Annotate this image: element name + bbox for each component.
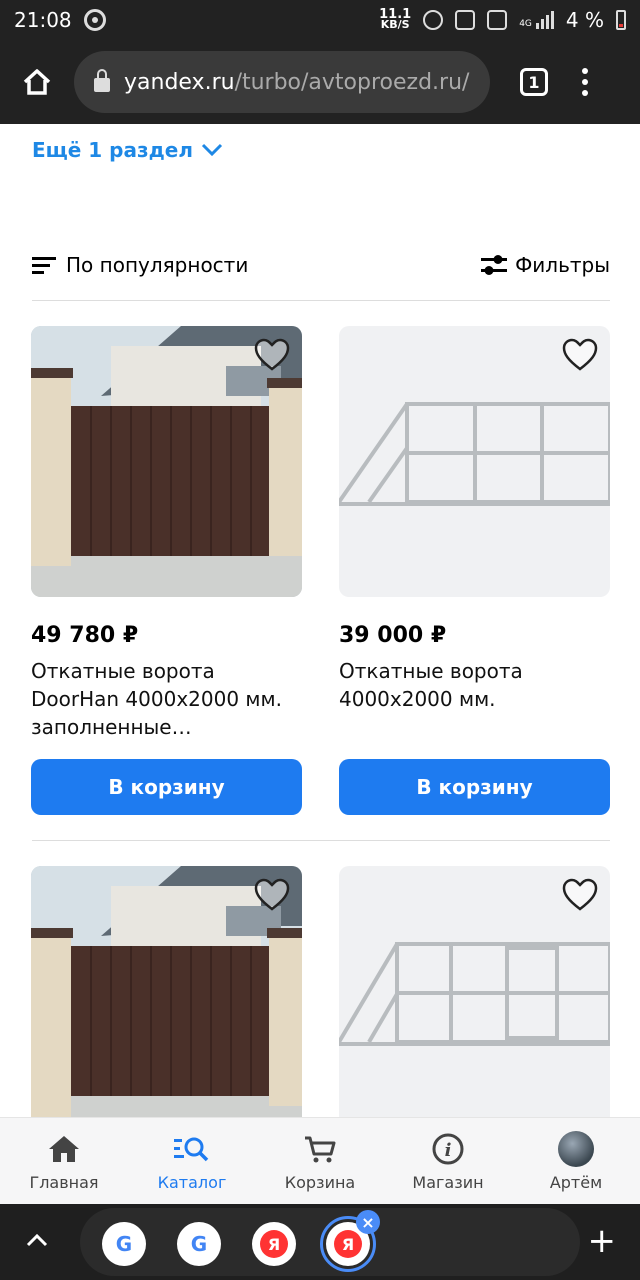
tab-strip-bar: G G Я Я × + (0, 1204, 640, 1280)
nav-item-catalog[interactable]: Каталог (137, 1131, 247, 1192)
favorite-heart-icon[interactable] (252, 336, 292, 376)
url-text: yandex.ru/turbo/avtoproezd.ru/ (124, 69, 470, 95)
tab-switcher-button[interactable]: 1 (520, 68, 548, 96)
status-time: 21:08 (14, 8, 72, 32)
add-to-cart-button[interactable]: В корзину (339, 759, 610, 815)
alarm-icon (423, 10, 444, 30)
nav-item-home[interactable]: Главная (9, 1131, 119, 1192)
battery-icon (616, 10, 626, 30)
product-card[interactable] (31, 866, 302, 1137)
sort-button[interactable]: По популярности (32, 253, 248, 277)
browser-toolbar: yandex.ru/turbo/avtoproezd.ru/ 1 (0, 40, 640, 124)
product-image[interactable] (339, 326, 610, 597)
tab-google-2[interactable]: G (177, 1222, 221, 1266)
browser-menu-button[interactable] (582, 68, 588, 96)
product-card[interactable]: 49 780 ₽ Откатные ворота DoorHan 4000x20… (31, 326, 302, 815)
nav-item-store[interactable]: i Магазин (393, 1131, 503, 1192)
lock-icon (94, 69, 110, 92)
home-icon (49, 1135, 79, 1162)
product-card[interactable] (339, 866, 610, 1137)
favorite-heart-icon[interactable] (252, 876, 292, 916)
avatar (558, 1130, 594, 1167)
chevron-down-icon (201, 143, 223, 157)
sort-icon (32, 257, 56, 274)
nfc-icon (455, 10, 476, 30)
product-image[interactable] (31, 866, 302, 1137)
divider (32, 300, 610, 301)
add-to-cart-button[interactable]: В корзину (31, 759, 302, 815)
sort-label: По популярности (66, 253, 249, 277)
product-price: 39 000 ₽ (339, 623, 447, 648)
more-sections-link[interactable]: Ещё 1 раздел (32, 138, 223, 162)
nav-item-label: Главная (29, 1172, 99, 1192)
product-title[interactable]: Откатные ворота 4000x2000 мм. (339, 657, 610, 741)
nav-item-label: Магазин (412, 1172, 484, 1192)
tab-google-1[interactable]: G (102, 1222, 146, 1266)
product-image[interactable] (31, 326, 302, 597)
status-bar: 21:08 11.1 KB/S 4G 4 % (0, 0, 640, 40)
nav-item-cart[interactable]: Корзина (265, 1131, 375, 1192)
favorite-heart-icon[interactable] (560, 876, 600, 916)
product-title[interactable]: Откатные ворота DoorHan 4000x2000 мм. за… (31, 657, 302, 741)
sync-icon (83, 9, 106, 31)
home-icon (23, 69, 51, 95)
home-button[interactable] (0, 67, 74, 97)
net-speed: 11.1 KB/S (379, 7, 412, 31)
filters-button[interactable]: Фильтры (481, 253, 610, 277)
nav-item-label: Каталог (157, 1172, 227, 1192)
divider (32, 840, 610, 841)
nav-item-label: Корзина (284, 1172, 356, 1192)
filter-sliders-icon (481, 255, 508, 275)
product-image[interactable] (339, 866, 610, 1137)
product-price: 49 780 ₽ (31, 623, 139, 648)
tab-yandex-1[interactable]: Я (252, 1222, 296, 1266)
info-icon: i (432, 1133, 464, 1164)
chevron-up-icon[interactable] (22, 1230, 52, 1250)
svg-text:i: i (445, 1140, 452, 1161)
nav-item-profile[interactable]: Артём (521, 1130, 631, 1192)
bottom-navigation: Главная Каталог Корзина i Магазин Артём (0, 1118, 640, 1204)
more-sections-label: Ещё 1 раздел (32, 138, 193, 162)
vibrate-icon (487, 10, 508, 30)
nav-item-label: Артём (549, 1172, 603, 1192)
new-tab-plus-icon[interactable]: + (588, 1224, 617, 1258)
catalog-search-icon (174, 1137, 209, 1161)
product-card[interactable]: 39 000 ₽ Откатные ворота 4000x2000 мм. В… (339, 326, 610, 815)
sort-filter-row: По популярности Фильтры (32, 248, 610, 282)
tab-strip: G G Я Я × (80, 1208, 580, 1276)
signal-icon: 4G (519, 11, 554, 29)
battery-text: 4 % (565, 8, 604, 32)
favorite-heart-icon[interactable] (560, 336, 600, 376)
cart-icon (305, 1136, 336, 1162)
close-tab-icon[interactable]: × (356, 1210, 380, 1234)
filters-label: Фильтры (515, 253, 610, 277)
address-bar[interactable]: yandex.ru/turbo/avtoproezd.ru/ (74, 51, 490, 113)
